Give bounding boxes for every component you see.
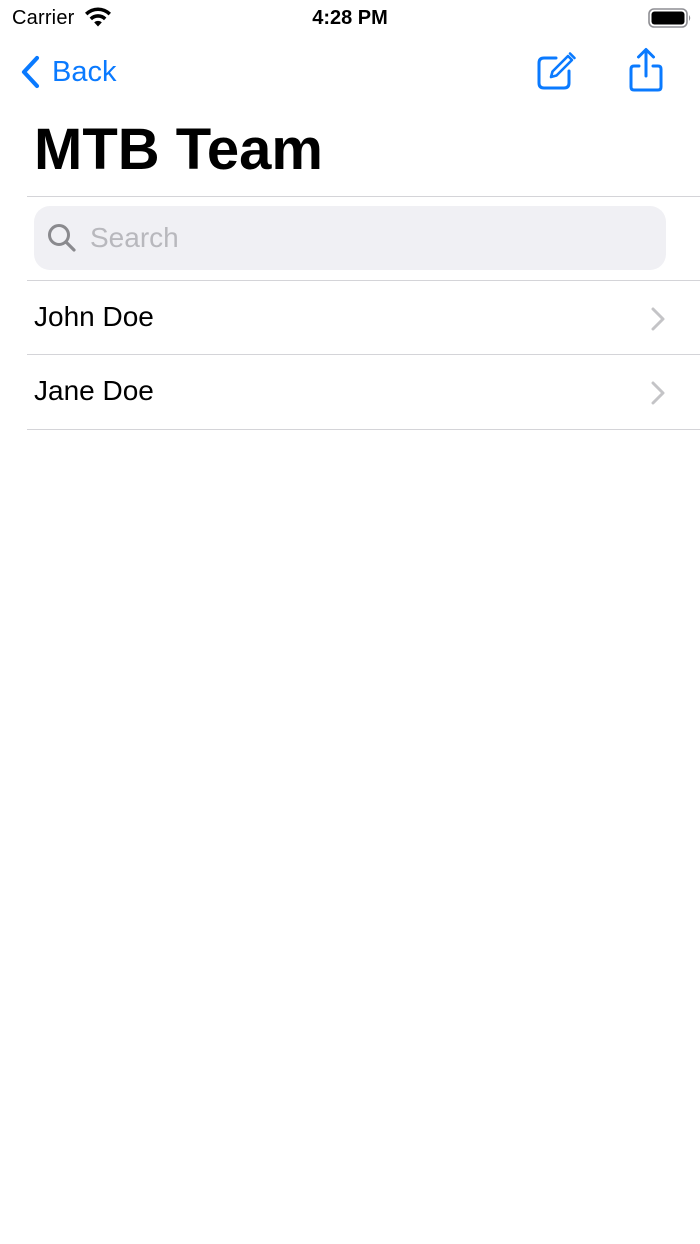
- share-icon: [629, 48, 663, 92]
- chevron-right-icon: [651, 307, 665, 331]
- member-name: Jane Doe: [34, 375, 154, 406]
- share-button[interactable]: [624, 46, 668, 94]
- chevron-right-icon: [651, 381, 665, 405]
- back-button[interactable]: Back: [18, 50, 116, 94]
- title-divider: [27, 196, 700, 197]
- search-input[interactable]: [90, 214, 650, 262]
- chevron-left-icon: [21, 55, 40, 89]
- status-time: 4:28 PM: [312, 7, 388, 29]
- compose-button[interactable]: [534, 50, 578, 94]
- search-icon: [48, 224, 76, 252]
- battery-icon: [648, 8, 691, 28]
- list-item[interactable]: John Doe: [0, 281, 700, 355]
- compose-icon: [537, 52, 576, 90]
- member-name: John Doe: [34, 301, 154, 332]
- row-divider: [27, 429, 700, 430]
- status-bar: Carrier 4:28 PM: [0, 0, 700, 36]
- list-item[interactable]: Jane Doe: [0, 355, 700, 429]
- search-bar[interactable]: [34, 206, 666, 270]
- page-title: MTB Team: [34, 117, 323, 182]
- back-label: Back: [52, 56, 117, 88]
